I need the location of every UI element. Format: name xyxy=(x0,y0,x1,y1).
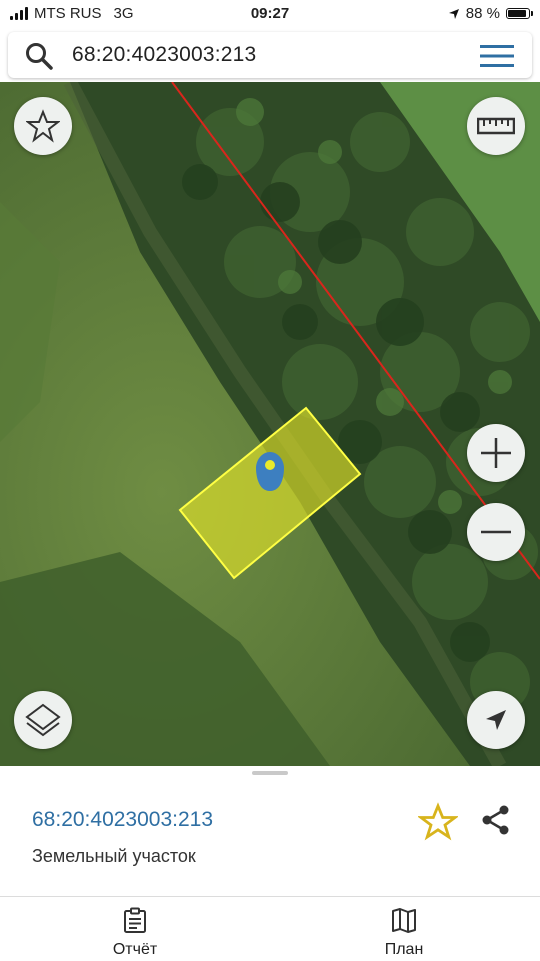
layers-icon xyxy=(25,703,61,737)
battery-percent: 88 % xyxy=(465,5,500,22)
parcel-type: Земельный участок xyxy=(32,846,196,866)
tab-report-label: Отчёт xyxy=(112,941,158,958)
status-bar: MTS RUS 3G 09:27 88 % xyxy=(0,0,540,28)
navigation-arrow-icon xyxy=(486,710,506,730)
plus-icon xyxy=(481,438,511,468)
cadastral-number[interactable]: 68:20:4023003:213 xyxy=(32,808,213,832)
battery-fill xyxy=(508,10,526,17)
zoom-in-button[interactable] xyxy=(467,424,525,482)
tab-bar: Отчёт План xyxy=(0,896,540,961)
search-query[interactable]: 68:20:4023003:213 xyxy=(72,43,256,67)
location-marker-icon[interactable] xyxy=(256,452,284,491)
satellite-map[interactable] xyxy=(0,82,540,766)
favorites-button[interactable] xyxy=(14,97,72,155)
star-outline-icon xyxy=(26,109,60,143)
menu-icon[interactable] xyxy=(480,44,514,68)
ruler-icon xyxy=(477,117,515,135)
favorite-star-icon[interactable] xyxy=(418,802,458,842)
share-icon[interactable] xyxy=(476,800,516,840)
map-plan-icon xyxy=(392,908,416,933)
ruler-button[interactable] xyxy=(467,97,525,155)
report-clipboard-icon xyxy=(124,907,146,933)
search-input[interactable]: 68:20:4023003:213 xyxy=(8,32,532,78)
layers-button[interactable] xyxy=(14,691,72,749)
minus-icon xyxy=(481,530,511,534)
map-imagery[interactable] xyxy=(0,82,540,766)
tab-plan-label: План xyxy=(384,941,424,958)
location-arrow-icon xyxy=(448,8,459,19)
parcel-info-sheet[interactable]: 68:20:4023003:213 Земельный участок xyxy=(0,766,540,896)
locate-button[interactable] xyxy=(467,691,525,749)
tab-plan[interactable]: План xyxy=(304,897,504,961)
zoom-out-button[interactable] xyxy=(467,503,525,561)
tab-report[interactable]: Отчёт xyxy=(35,897,235,961)
sheet-handle[interactable] xyxy=(252,771,288,775)
search-bar: 68:20:4023003:213 xyxy=(0,28,540,82)
search-icon[interactable] xyxy=(24,41,54,71)
battery-icon xyxy=(506,8,533,19)
status-right: 88 % xyxy=(448,5,533,22)
